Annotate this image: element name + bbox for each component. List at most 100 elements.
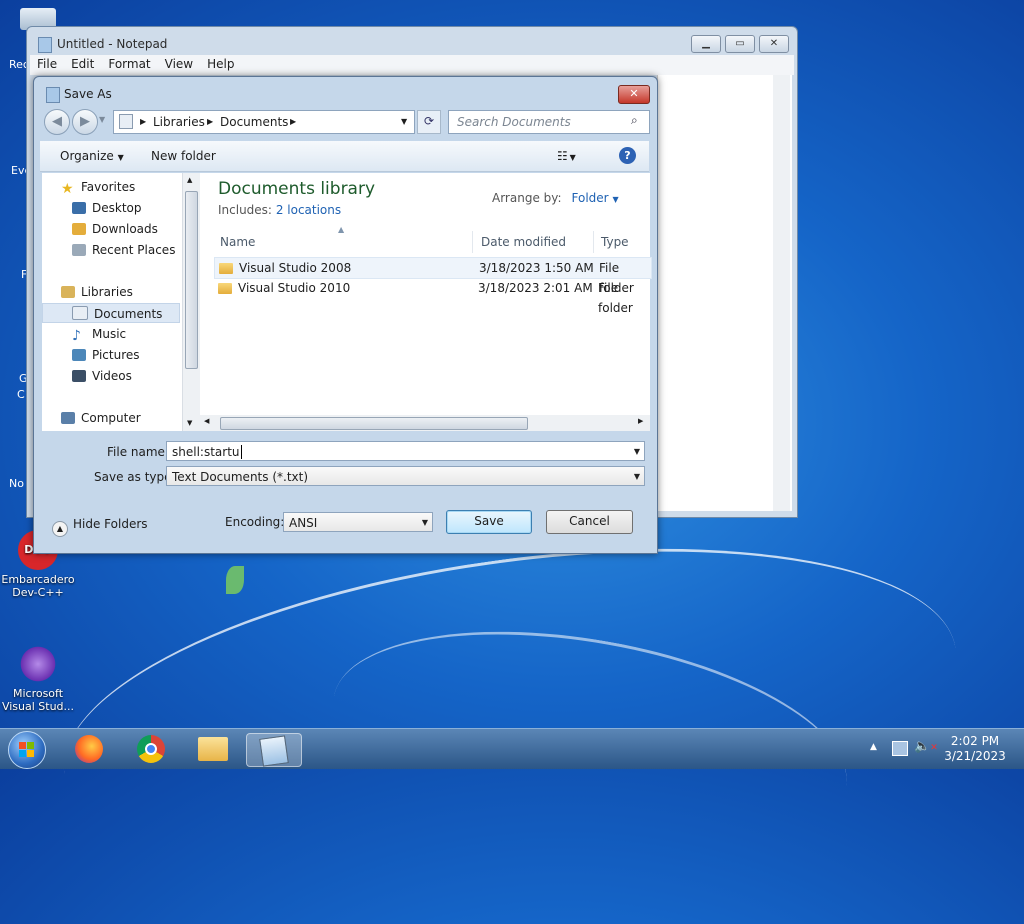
menu-help[interactable]: Help — [200, 55, 241, 73]
notepad-scrollbar[interactable] — [773, 75, 790, 511]
file-row[interactable]: Visual Studio 2010 3/18/2023 2:01 AM Fil… — [214, 278, 650, 315]
column-header-type[interactable]: Type — [599, 231, 651, 253]
forward-button[interactable]: ▶ — [72, 109, 98, 135]
address-bar[interactable]: ▶ Libraries ▶ Documents ▶ ▼ — [113, 110, 415, 134]
column-header-date[interactable]: Date modified — [479, 231, 594, 253]
show-hidden-icons-icon[interactable]: ▲ — [870, 742, 877, 752]
file-name-input[interactable]: shell:startu ▼ — [166, 441, 645, 461]
search-placeholder: Search Documents — [457, 115, 571, 129]
taskbar-chrome[interactable] — [124, 733, 178, 765]
file-list-pane: Documents library Includes: 2 locations … — [200, 173, 652, 431]
nav-favorites[interactable]: ★ Favorites — [61, 177, 135, 197]
file-name-label: File name: — [107, 445, 169, 459]
recent-pages-dropdown[interactable]: ▼ — [99, 115, 105, 124]
nav-scrollbar[interactable]: ▲ ▼ — [182, 173, 200, 431]
windows-logo-icon — [27, 750, 34, 757]
scroll-right-icon[interactable]: ▶ — [638, 417, 643, 425]
cancel-button[interactable]: Cancel — [546, 510, 633, 534]
file-name: Visual Studio 2010 — [238, 281, 351, 295]
arrange-by-dropdown[interactable]: Folder ▼ — [572, 191, 619, 205]
windows-logo-icon — [27, 742, 34, 749]
menu-file[interactable]: File — [30, 55, 64, 73]
pictures-icon — [72, 349, 86, 361]
chevron-down-icon: ▼ — [421, 518, 428, 527]
nav-music[interactable]: ♪ Music — [72, 324, 126, 344]
encoding-select[interactable]: ANSI ▼ — [283, 512, 433, 532]
breadcrumb-libraries[interactable]: Libraries — [153, 115, 205, 129]
nav-documents[interactable]: Documents — [42, 303, 180, 323]
breadcrumb-arrow: ▶ — [207, 117, 214, 126]
chrome-icon — [137, 735, 165, 763]
breadcrumb-arrow: ▶ — [140, 117, 147, 126]
file-row[interactable]: Visual Studio 2008 3/18/2023 1:50 AM Fil… — [214, 257, 652, 295]
back-button[interactable]: ◀ — [44, 109, 70, 135]
sort-arrow-icon: ▲ — [338, 225, 345, 234]
file-list-hscrollbar[interactable]: ◀ ▶ — [200, 415, 650, 431]
nav-pictures[interactable]: Pictures — [72, 345, 140, 365]
nav-libraries[interactable]: Libraries — [61, 282, 133, 302]
clock-date: 3/21/2023 — [944, 749, 1006, 763]
nav-recent-places[interactable]: Recent Places — [72, 240, 175, 260]
search-input[interactable]: Search Documents ⌕ — [448, 110, 650, 134]
menu-format[interactable]: Format — [101, 55, 157, 73]
column-header-name[interactable]: Name — [218, 231, 473, 253]
videos-icon — [72, 370, 86, 382]
save-button[interactable]: Save — [446, 510, 532, 534]
network-icon[interactable] — [892, 741, 908, 756]
volume-muted-icon[interactable]: 🔈✕ — [914, 739, 938, 754]
taskbar-explorer[interactable] — [186, 733, 240, 765]
scroll-left-icon[interactable]: ◀ — [204, 417, 209, 425]
recent-places-icon — [72, 244, 86, 256]
maximize-button[interactable]: ▭ — [725, 35, 755, 53]
encoding-label: Encoding: — [225, 515, 285, 529]
view-options-icon[interactable]: ☷ ▼ — [557, 149, 576, 163]
refresh-button[interactable]: ⟳ — [417, 110, 441, 134]
notepad-text-area[interactable] — [657, 75, 792, 511]
desktop-icon-visual-studio[interactable]: Microsoft Visual Stud... — [0, 644, 76, 713]
library-title: Documents library — [218, 179, 376, 199]
close-button[interactable]: ✕ — [759, 35, 789, 53]
nav-computer[interactable]: Computer — [61, 408, 141, 428]
breadcrumb-documents[interactable]: Documents — [220, 115, 288, 129]
nav-scroll-thumb[interactable] — [185, 191, 198, 369]
windows-logo-icon — [19, 742, 26, 749]
taskbar-firefox[interactable] — [62, 733, 116, 765]
star-icon: ★ — [61, 181, 74, 197]
folder-icon — [219, 263, 233, 274]
command-bar: Organize ▼ New folder ☷ ▼ ? — [40, 141, 649, 172]
scroll-up-icon[interactable]: ▲ — [187, 176, 192, 184]
notepad-title: Untitled - Notepad — [57, 37, 168, 51]
downloads-icon — [72, 223, 86, 235]
start-button[interactable] — [8, 731, 46, 769]
navigation-pane: ★ Favorites Desktop Downloads Recent Plac… — [42, 173, 183, 431]
desktop-icon-label: Microsoft Visual Stud... — [1, 687, 75, 713]
notepad-menubar: File Edit Format View Help — [30, 55, 794, 75]
desktop-partial-label: C — [17, 388, 25, 401]
nav-videos[interactable]: Videos — [72, 366, 132, 386]
chevron-down-icon[interactable]: ▼ — [634, 442, 640, 462]
help-icon[interactable]: ? — [619, 147, 636, 164]
address-dropdown-icon[interactable]: ▼ — [401, 117, 407, 126]
desktop-partial-label: No — [9, 477, 24, 490]
new-folder-button[interactable]: New folder — [151, 149, 216, 163]
includes-locations-link[interactable]: 2 locations — [276, 203, 341, 217]
search-icon: ⌕ — [631, 113, 638, 127]
nav-desktop[interactable]: Desktop — [72, 198, 142, 218]
taskbar: ▲ 🔈✕ 2:02 PM 3/21/2023 — [0, 728, 1024, 769]
hide-folders-button[interactable]: ▲ Hide Folders — [52, 517, 148, 537]
menu-view[interactable]: View — [158, 55, 200, 73]
nav-downloads[interactable]: Downloads — [72, 219, 158, 239]
save-as-type-select[interactable]: Text Documents (*.txt) ▼ — [166, 466, 645, 486]
menu-edit[interactable]: Edit — [64, 55, 101, 73]
minimize-button[interactable]: ▁ — [691, 35, 721, 53]
hscroll-thumb[interactable] — [220, 417, 528, 430]
firefox-icon — [75, 735, 103, 763]
arrange-by: Arrange by: Folder ▼ — [492, 191, 619, 205]
organize-button[interactable]: Organize ▼ — [60, 149, 124, 163]
taskbar-clock[interactable]: 2:02 PM 3/21/2023 — [940, 734, 1010, 764]
taskbar-notepad[interactable] — [246, 733, 302, 767]
breadcrumb-arrow: ▶ — [290, 117, 297, 126]
scroll-down-icon[interactable]: ▼ — [187, 419, 192, 427]
folder-icon — [218, 283, 232, 294]
dialog-close-button[interactable]: ✕ — [618, 85, 650, 104]
